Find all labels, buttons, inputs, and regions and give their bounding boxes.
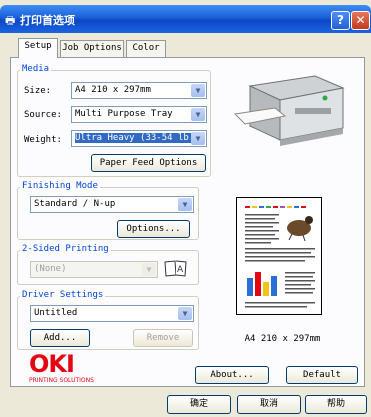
book-binding-icon: A <box>164 260 187 277</box>
tab-color[interactable]: Color <box>126 40 166 57</box>
size-select[interactable]: A4 210 x 297mm ▼ <box>71 82 207 99</box>
two-sided-value: (None) <box>34 264 67 274</box>
paper-feed-options-button[interactable]: Paper Feed Options <box>91 154 206 172</box>
source-label: Source: <box>24 110 62 120</box>
ok-button[interactable]: 确定 <box>167 395 231 414</box>
oki-logo: OKI <box>29 350 75 378</box>
chevron-down-icon: ▼ <box>178 198 192 211</box>
help-button[interactable]: 帮助 <box>305 395 367 414</box>
two-sided-select[interactable]: (None) ▼ <box>30 261 158 278</box>
chevron-down-icon: ▼ <box>142 263 156 276</box>
cancel-button[interactable]: 取消 <box>237 395 301 414</box>
help-title-button[interactable]: ? <box>331 11 350 30</box>
close-button[interactable]: ✕ <box>351 11 370 30</box>
media-legend: Media <box>20 64 52 74</box>
weight-label: Weight: <box>24 135 62 145</box>
svg-text:A: A <box>177 265 184 275</box>
driver-settings-select[interactable]: Untitled ▼ <box>30 305 194 322</box>
tab-setup[interactable]: Setup <box>18 38 58 58</box>
finishing-mode-legend: Finishing Mode <box>20 181 100 191</box>
chevron-down-icon: ▼ <box>178 307 192 320</box>
size-value: A4 210 x 297mm <box>75 85 151 95</box>
printer-icon: 🖶 <box>5 14 16 27</box>
window-title: 打印首选项 <box>20 14 75 27</box>
preview-content <box>245 206 315 308</box>
paper-size-label: A4 210 x 297mm <box>244 334 321 344</box>
chevron-down-icon: ▼ <box>191 84 205 97</box>
weight-value: Ultra Heavy (33-54 lb. <box>75 133 195 143</box>
remove-button[interactable]: Remove <box>133 329 193 347</box>
finishing-mode-select[interactable]: Standard / N-up ▼ <box>30 196 194 213</box>
finishing-options-button[interactable]: Options... <box>117 220 190 238</box>
source-value: Multi Purpose Tray <box>75 109 173 119</box>
driver-settings-legend: Driver Settings <box>20 290 106 300</box>
chevron-down-icon: ▼ <box>191 108 205 121</box>
tab-job-options[interactable]: Job Options <box>60 40 124 57</box>
weight-select[interactable]: Ultra Heavy (33-54 lb. ▼ <box>71 130 207 147</box>
add-button[interactable]: Add... <box>30 329 90 347</box>
about-button[interactable]: About... <box>195 366 269 384</box>
driver-settings-value: Untitled <box>34 308 78 318</box>
oki-tagline: PRINTING SOLUTIONS <box>29 377 94 384</box>
chevron-down-icon: ▼ <box>191 132 205 145</box>
source-select[interactable]: Multi Purpose Tray ▼ <box>71 106 207 123</box>
two-sided-legend: 2-Sided Printing <box>20 244 111 254</box>
preview-page <box>236 197 322 315</box>
size-label: Size: <box>24 86 52 96</box>
default-button[interactable]: Default <box>286 366 358 384</box>
finishing-mode-value: Standard / N-up <box>34 199 116 209</box>
printer-image <box>233 75 345 146</box>
